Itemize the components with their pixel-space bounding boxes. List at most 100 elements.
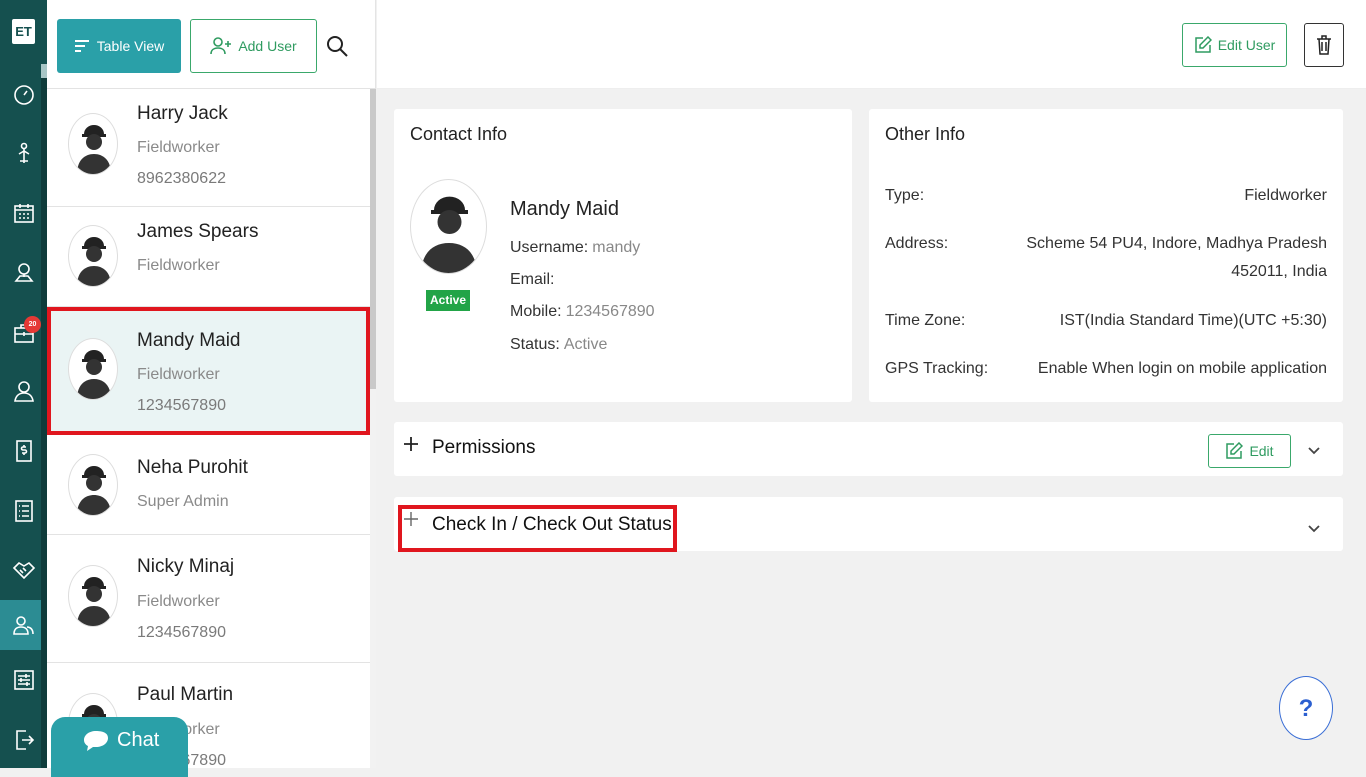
logout-icon [15, 730, 34, 750]
address-line2: 452011, India [1231, 263, 1327, 280]
status-value: Active [563, 336, 608, 353]
edit-icon [1226, 442, 1244, 459]
edit-icon [1194, 36, 1212, 53]
permissions-accordion[interactable]: Permissions Edit [394, 422, 1343, 476]
contact-info-card: Contact Info Active Mandy Maid Username:… [394, 109, 852, 402]
email-row: Email: [510, 271, 558, 289]
user-list-item[interactable]: Nicky Minaj Fieldworker 1234567890 [47, 535, 370, 663]
address-line1: Scheme 54 PU4, Indore, Madhya Pradesh [1026, 235, 1327, 252]
type-label: Type: [885, 187, 925, 204]
edit-permissions-button[interactable]: Edit [1208, 434, 1291, 468]
search-icon [327, 36, 348, 57]
timezone-value: IST(India Standard Time)(UTC +5:30) [1059, 312, 1327, 329]
address-label: Address: [885, 235, 949, 252]
user-phone: 1234567890 [137, 397, 226, 414]
worker-avatar-icon [68, 113, 118, 175]
sort-lines-icon [74, 40, 89, 52]
user-list-scrollbar[interactable] [370, 89, 376, 768]
nav-rail: ET 20 [0, 0, 47, 768]
settings-sliders-icon [13, 670, 34, 690]
other-info-card: Other Info Type: Fieldworker Address: Sc… [869, 109, 1343, 402]
contact-info-title: Contact Info [410, 124, 508, 144]
nav-location[interactable] [0, 128, 47, 178]
contact-name: Mandy Maid [510, 198, 619, 220]
user-name: Mandy Maid [137, 330, 241, 351]
nav-map[interactable] [0, 247, 47, 297]
delete-user-button[interactable] [1304, 23, 1344, 67]
chat-label: Chat [117, 729, 160, 751]
user-role: Fieldworker [137, 257, 220, 274]
add-user-label: Add User [238, 38, 297, 54]
username-row: Username: mandy [510, 239, 640, 257]
add-user-button[interactable]: Add User [190, 19, 317, 73]
mobile-label: Mobile: [510, 303, 562, 320]
status-label: Status: [510, 336, 560, 353]
users-panel: Table View Add User Harry Jack Fieldwork… [47, 0, 376, 768]
address-value: Scheme 54 PU4, Indore, Madhya Pradesh 452… [1026, 230, 1327, 286]
nav-calendar[interactable] [0, 188, 47, 238]
app-logo[interactable]: ET [12, 19, 35, 44]
email-label: Email: [510, 271, 555, 288]
worker-avatar-icon [68, 565, 118, 627]
list-icon [14, 500, 33, 522]
username-value: mandy [592, 239, 641, 256]
detail-header: Edit User [377, 0, 1366, 89]
worker-avatar-icon [410, 179, 487, 274]
user-list-item[interactable]: Neha Purohit Super Admin [47, 435, 370, 535]
nav-person[interactable] [0, 366, 47, 416]
mobile-row: Mobile: 1234567890 [510, 303, 655, 321]
timezone-label: Time Zone: [885, 312, 966, 329]
help-button[interactable]: ? [1279, 676, 1333, 740]
calendar-icon [13, 204, 34, 223]
search-button[interactable] [325, 34, 349, 58]
gps-label: GPS Tracking: [885, 360, 989, 377]
user-list-item[interactable]: James Spears Fieldworker [47, 207, 370, 307]
users-icon [12, 616, 34, 635]
nav-list[interactable] [0, 486, 47, 536]
user-name: Neha Purohit [137, 457, 248, 478]
edit-user-button[interactable]: Edit User [1182, 23, 1287, 67]
plus-icon [404, 437, 418, 451]
nav-settings[interactable] [0, 655, 47, 705]
mobile-value: 1234567890 [565, 303, 655, 320]
worker-avatar-icon [68, 454, 118, 516]
chevron-down-icon[interactable] [1307, 444, 1321, 458]
user-name: Paul Martin [137, 684, 234, 705]
nav-jobs[interactable]: 20 [0, 308, 47, 358]
map-icon [13, 263, 34, 282]
user-list-item[interactable]: Harry Jack Fieldworker 8962380622 [47, 89, 370, 207]
dashboard-icon [13, 85, 34, 105]
user-role: Fieldworker [137, 366, 220, 383]
nav-users[interactable] [0, 600, 47, 650]
add-user-icon [210, 37, 232, 55]
status-badge: Active [426, 290, 470, 311]
table-view-button[interactable]: Table View [57, 19, 181, 73]
user-phone: 8962380622 [137, 170, 226, 187]
nav-billing[interactable] [0, 426, 47, 476]
chat-button[interactable]: Chat [51, 717, 188, 777]
user-name: James Spears [137, 221, 259, 242]
user-name: Harry Jack [137, 103, 228, 124]
user-list-item-selected[interactable]: Mandy Maid Fieldworker 1234567890 [47, 307, 370, 435]
dollar-icon [15, 440, 32, 462]
type-value: Fieldworker [1244, 187, 1327, 204]
chevron-down-icon[interactable] [1307, 522, 1321, 536]
table-view-label: Table View [96, 38, 165, 54]
status-row: Status: Active [510, 336, 607, 354]
user-role: Fieldworker [137, 593, 220, 610]
nav-deals[interactable] [0, 545, 47, 595]
other-info-title: Other Info [885, 124, 966, 144]
edit-user-label: Edit User [1217, 37, 1276, 53]
user-name: Nicky Minaj [137, 556, 235, 577]
user-list: Harry Jack Fieldworker 8962380622 James … [47, 89, 370, 768]
nav-dashboard[interactable] [0, 70, 47, 120]
trash-icon [1317, 35, 1331, 55]
notification-badge: 20 [24, 316, 41, 333]
person-icon [13, 381, 34, 402]
chat-bubble-icon [84, 731, 108, 751]
highlight-box [398, 505, 677, 552]
nav-logout[interactable] [0, 715, 47, 765]
gps-value: Enable When login on mobile application [1037, 360, 1327, 377]
handshake-icon [12, 561, 35, 580]
users-toolbar: Table View Add User [47, 0, 376, 89]
